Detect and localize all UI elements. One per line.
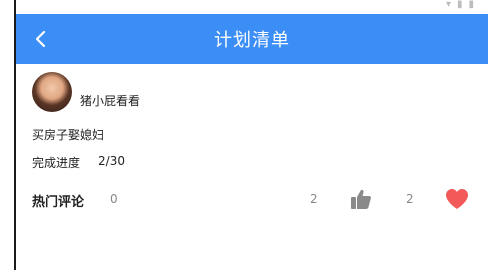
signal-icon: ▮ [456, 0, 463, 10]
status-bar: ▾ ▮ ▮ [16, 0, 488, 14]
thumbs-up-icon[interactable] [350, 188, 372, 210]
progress-value: 2/30 [98, 154, 125, 168]
progress-label: 完成进度 [32, 156, 81, 170]
avatar[interactable] [32, 72, 72, 112]
hot-comments-label[interactable]: 热门评论 [32, 191, 84, 210]
status-icons: ▾ ▮ ▮ [446, 0, 474, 14]
like-count: 2 [310, 192, 318, 206]
page-title: 计划清单 [214, 30, 290, 51]
chevron-left-icon[interactable] [32, 29, 50, 49]
progress-row: 完成进度 2/30 [32, 154, 125, 171]
right-edge [488, 0, 502, 270]
comments-row: 热门评论 0 2 2 [32, 184, 472, 214]
favorite-count: 2 [406, 192, 414, 206]
comment-count: 0 [110, 192, 118, 206]
battery-icon: ▮ [468, 0, 474, 10]
navigation-bar: 计划清单 [16, 14, 488, 64]
username[interactable]: 猪小屁看看 [80, 92, 140, 109]
wifi-icon: ▾ [445, 0, 451, 10]
plan-name: 买房子娶媳妇 [32, 128, 105, 142]
heart-icon[interactable] [444, 187, 470, 211]
